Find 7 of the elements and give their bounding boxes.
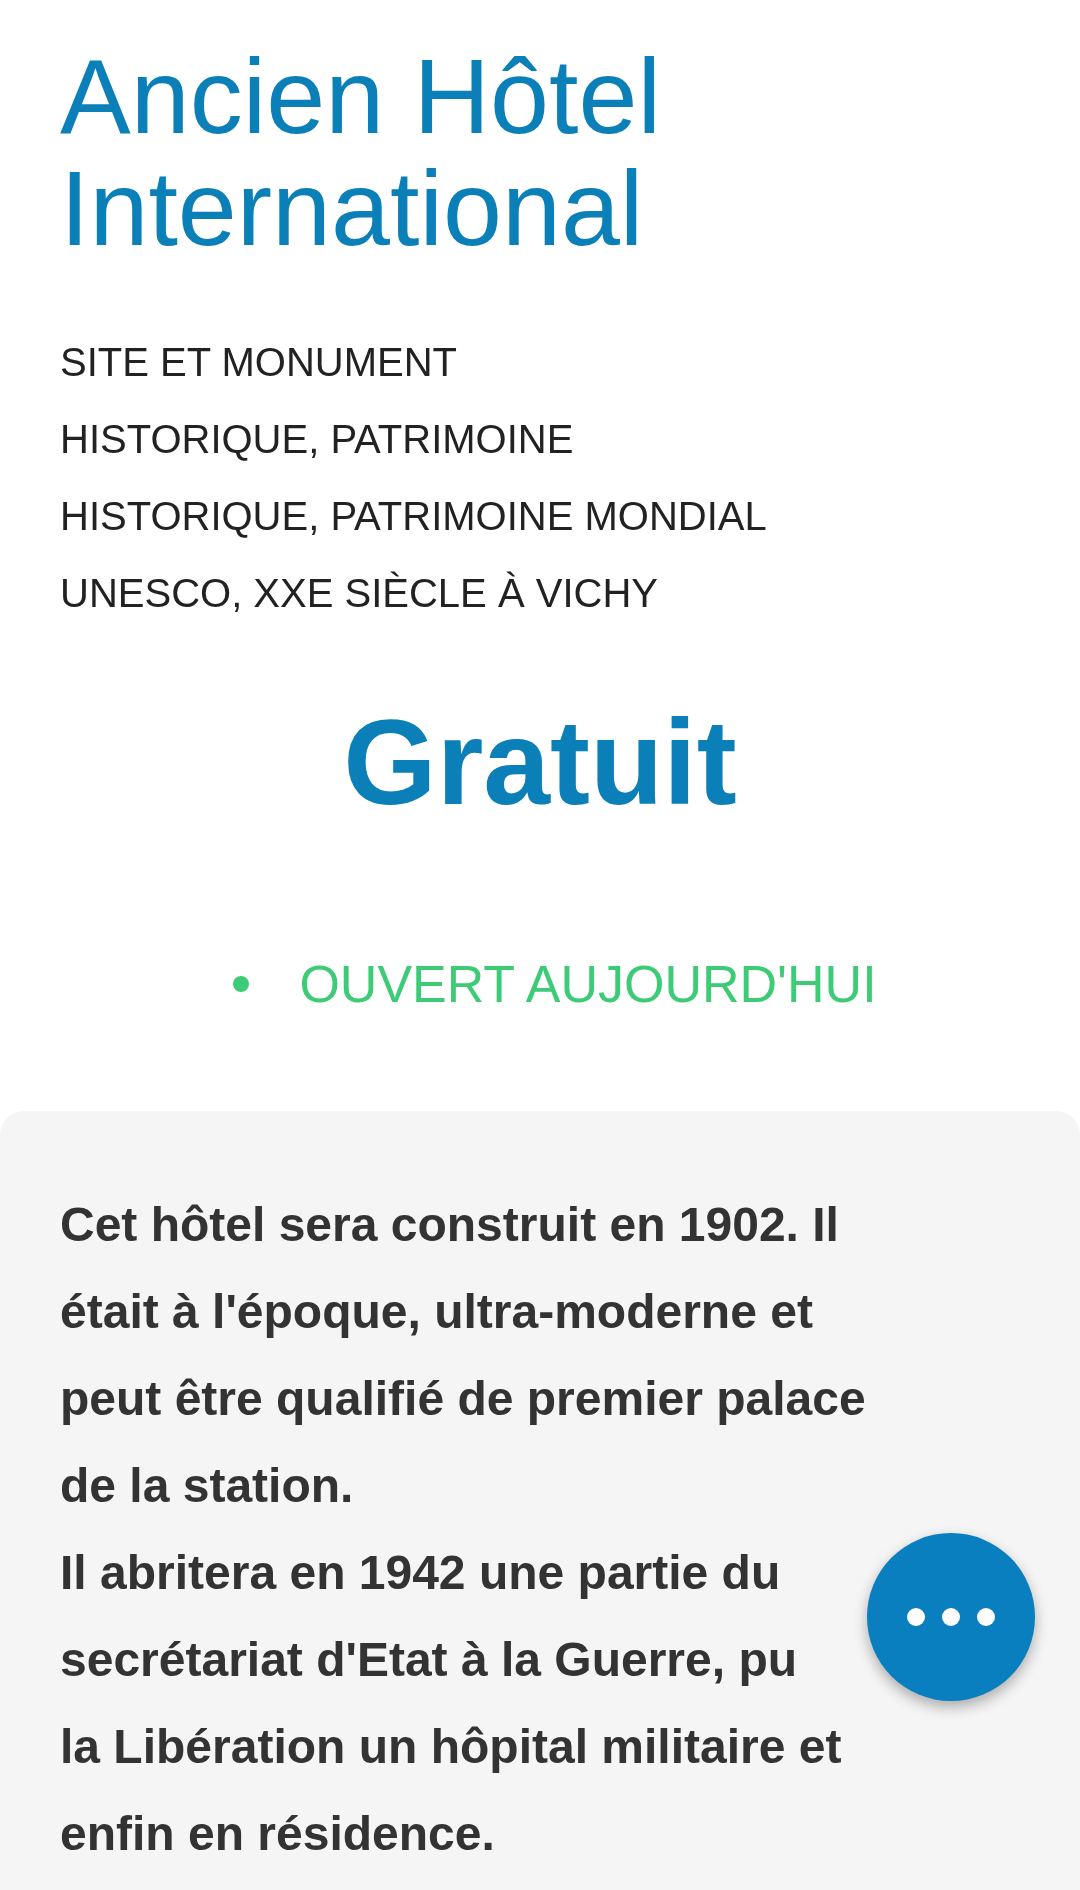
more-icon (906, 1607, 996, 1627)
opening-status: OUVERT AUJOURD'HUI (299, 954, 877, 1015)
price-label: Gratuit (342, 694, 738, 831)
description-text: Cet hôtel sera construit en 1902. Il était à l'époque, ultra-moderne et peut être qualifié de premier palace de la station. (60, 1197, 866, 1514)
place-title: Ancien Hôtel International (60, 40, 662, 264)
description-text: Il abritera en 1942 une partie du secrétariat d'Etat à la Guerre, pu la Libération un hôpital militaire et enfin en résidence. (60, 1545, 842, 1862)
category-list: SITE ET MONUMENT HISTORIQUE, PATRIMOINE HISTORIQUE, PATRIMOINE MONDIAL UNESCO, XXE SIÈCLE À VICHY (60, 324, 1020, 632)
